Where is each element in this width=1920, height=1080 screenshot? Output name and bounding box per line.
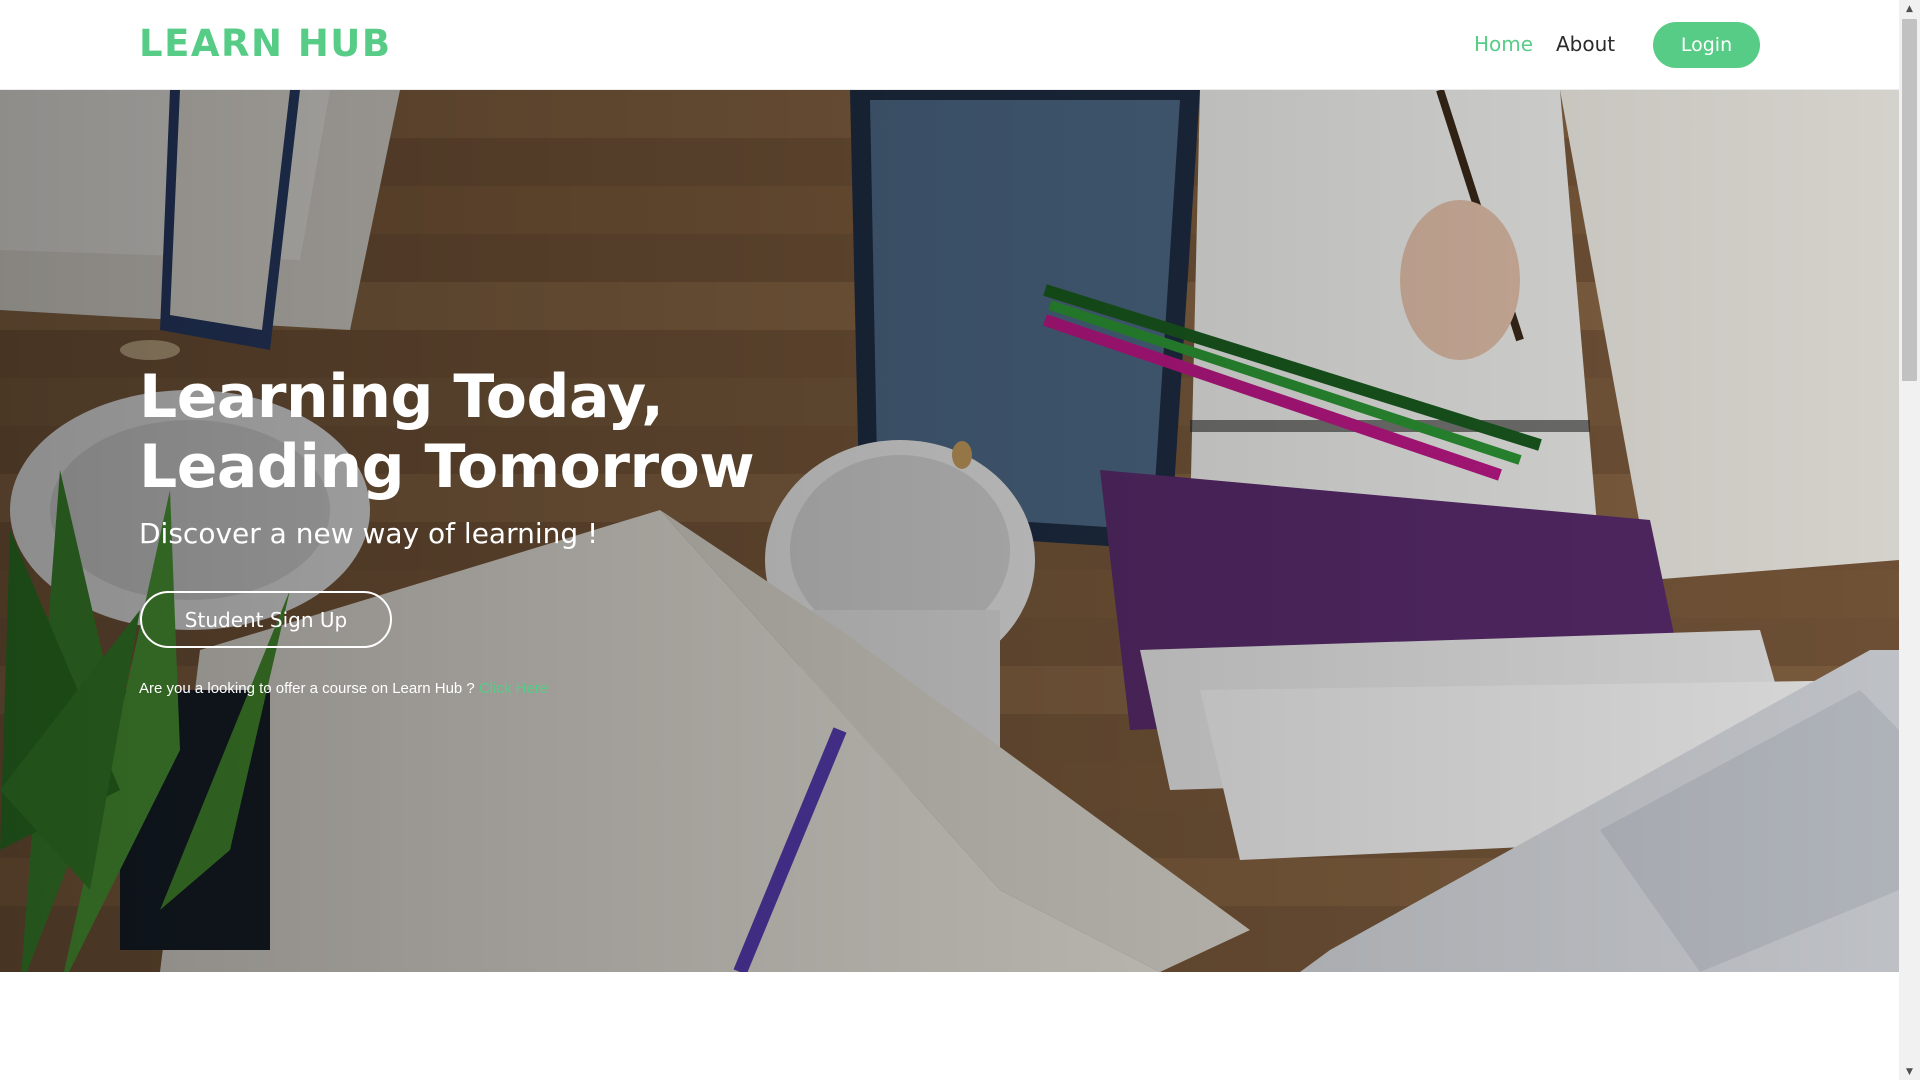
- nav-link-about[interactable]: About: [1556, 32, 1615, 56]
- scrollbar-thumb[interactable]: [1902, 19, 1917, 381]
- nav-link-home[interactable]: Home: [1474, 32, 1533, 56]
- login-button[interactable]: Login: [1653, 22, 1760, 68]
- scroll-up-arrow-icon[interactable]: ▲: [1899, 0, 1920, 17]
- hero-subtitle: Discover a new way of learning !: [139, 517, 599, 550]
- scroll-down-arrow-icon[interactable]: ▼: [1899, 1063, 1920, 1080]
- hero-title-line2: Leading Tomorrow: [139, 432, 755, 502]
- page: LEARN HUB Home About Login Learning Toda…: [0, 0, 1899, 1080]
- hero-title-line1: Learning Today,: [139, 362, 664, 432]
- student-signup-button[interactable]: Student Sign Up: [140, 591, 392, 648]
- offer-course-text: Are you a looking to offer a course on L…: [139, 680, 548, 697]
- page-scrollbar[interactable]: ▲ ▼: [1899, 0, 1920, 1080]
- hero-section: Learning Today, Leading Tomorrow Discove…: [0, 90, 1899, 972]
- offer-course-link[interactable]: Click Here: [479, 680, 548, 697]
- hero-title: Learning Today, Leading Tomorrow: [139, 362, 755, 502]
- offer-course-question: Are you a looking to offer a course on L…: [139, 680, 475, 697]
- site-logo[interactable]: LEARN HUB: [139, 22, 392, 65]
- site-header: LEARN HUB Home About Login: [0, 0, 1899, 90]
